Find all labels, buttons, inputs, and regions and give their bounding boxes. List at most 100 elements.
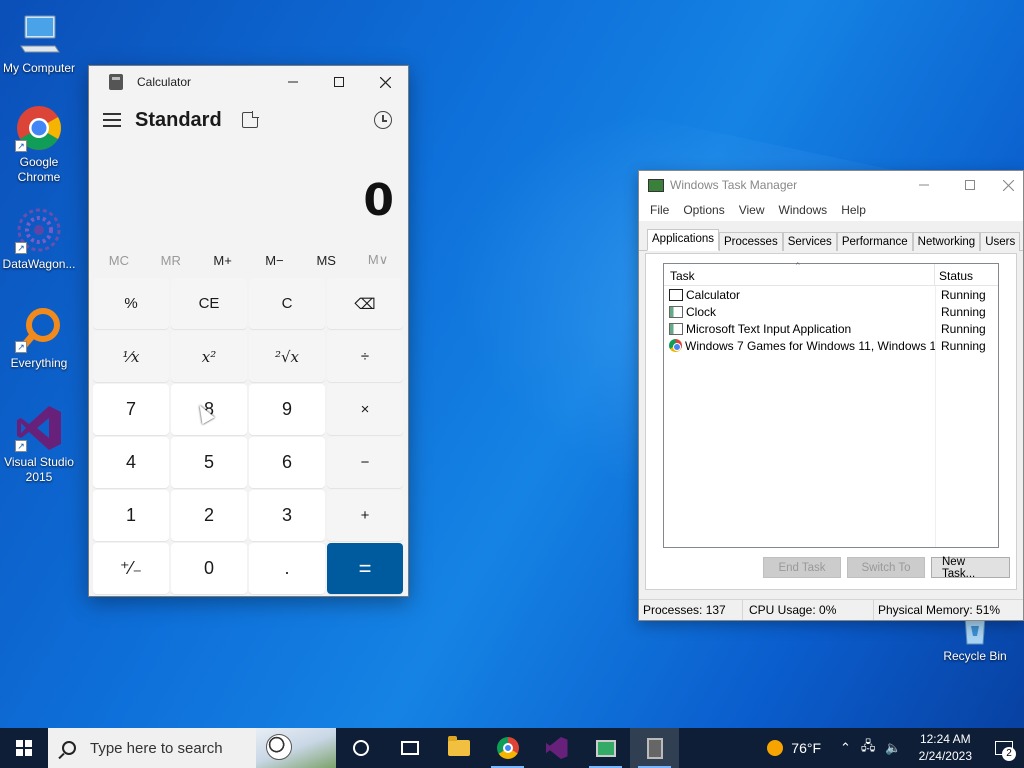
start-button[interactable] bbox=[0, 728, 48, 768]
table-row[interactable]: Clock Running bbox=[664, 303, 998, 320]
system-tray: 76°F ⌃ 🖧 🔈 12:24 AM 2/24/2023 2 bbox=[767, 728, 1024, 768]
windows-logo-icon bbox=[16, 740, 32, 756]
end-task-button[interactable]: End Task bbox=[763, 557, 841, 578]
close-button[interactable] bbox=[362, 66, 408, 98]
desktop-icon-my-computer[interactable]: My Computer bbox=[0, 10, 78, 76]
taskbar-visual-studio[interactable] bbox=[532, 728, 581, 768]
desktop-icon-everything[interactable]: ↗ Everything bbox=[0, 305, 78, 371]
add-button[interactable]: + bbox=[327, 490, 403, 541]
digit-4-button[interactable]: 4 bbox=[93, 437, 169, 488]
minimize-button[interactable] bbox=[901, 171, 947, 199]
digit-0-button[interactable]: 0 bbox=[171, 543, 247, 594]
task-name: Calculator bbox=[686, 287, 741, 302]
divide-button[interactable]: ÷ bbox=[327, 331, 403, 382]
desktop-icon-google-chrome[interactable]: ↗ Google Chrome bbox=[0, 104, 78, 185]
task-view-button[interactable] bbox=[385, 728, 434, 768]
task-name: Microsoft Text Input Application bbox=[686, 321, 852, 336]
memory-subtract-button[interactable]: M− bbox=[248, 253, 300, 268]
chevron-up-icon[interactable]: ⌃ bbox=[835, 740, 856, 756]
tab-services[interactable]: Services bbox=[782, 232, 837, 251]
close-button[interactable] bbox=[993, 171, 1023, 199]
datawagon-icon: ↗ bbox=[15, 206, 63, 254]
new-task-button[interactable]: New Task... bbox=[931, 556, 1010, 580]
weather-widget[interactable]: 76°F bbox=[767, 740, 835, 756]
notification-count-badge: 2 bbox=[1002, 747, 1016, 761]
memory-clear-button[interactable]: MC bbox=[93, 253, 145, 268]
app-window-icon bbox=[669, 305, 683, 318]
taskbar-clock[interactable]: 12:24 AM 2/24/2023 bbox=[907, 731, 984, 765]
taskbar-search-box[interactable]: Type here to search bbox=[48, 728, 336, 768]
digit-6-button[interactable]: 6 bbox=[249, 437, 325, 488]
cortana-button[interactable] bbox=[336, 728, 385, 768]
decimal-button[interactable]: . bbox=[249, 543, 325, 594]
clear-button[interactable]: C bbox=[249, 278, 325, 329]
clear-entry-button[interactable]: CE bbox=[171, 278, 247, 329]
menu-options[interactable]: Options bbox=[676, 203, 731, 217]
minimize-button[interactable] bbox=[270, 66, 316, 98]
memory-store-button[interactable]: MS bbox=[300, 253, 352, 268]
digit-5-button[interactable]: 5 bbox=[171, 437, 247, 488]
switch-to-button[interactable]: Switch To bbox=[847, 557, 925, 578]
table-row[interactable]: Calculator Running bbox=[664, 286, 998, 303]
menu-file[interactable]: File bbox=[643, 203, 676, 217]
hamburger-menu-icon[interactable] bbox=[103, 113, 121, 127]
maximize-button[interactable] bbox=[316, 66, 362, 98]
digit-3-button[interactable]: 3 bbox=[249, 490, 325, 541]
digit-2-button[interactable]: 2 bbox=[171, 490, 247, 541]
menu-help[interactable]: Help bbox=[834, 203, 873, 217]
task-list[interactable]: ⌃ Task Status Calculator Running Clock R… bbox=[663, 261, 999, 548]
visual-studio-icon: ↗ bbox=[15, 404, 63, 452]
menu-windows[interactable]: Windows bbox=[772, 203, 835, 217]
table-row[interactable]: Microsoft Text Input Application Running bbox=[664, 320, 998, 337]
backspace-button[interactable]: ⌫ bbox=[327, 278, 403, 329]
keep-on-top-icon[interactable] bbox=[241, 111, 259, 128]
taskbar-file-explorer[interactable] bbox=[434, 728, 483, 768]
digit-1-button[interactable]: 1 bbox=[93, 490, 169, 541]
tab-users[interactable]: Users bbox=[980, 232, 1021, 251]
memory-recall-button[interactable]: MR bbox=[145, 253, 197, 268]
task-status: Running bbox=[941, 338, 986, 353]
table-row[interactable]: Windows 7 Games for Windows 11, Windows … bbox=[664, 337, 998, 354]
task-manager-titlebar[interactable]: Windows Task Manager bbox=[639, 171, 1023, 199]
tab-performance[interactable]: Performance bbox=[836, 232, 913, 251]
calculator-mode-title: Standard bbox=[135, 108, 222, 131]
window-title: Windows Task Manager bbox=[670, 178, 798, 192]
search-placeholder: Type here to search bbox=[90, 739, 223, 757]
calculator-titlebar[interactable]: Calculator bbox=[89, 66, 408, 98]
tab-processes[interactable]: Processes bbox=[719, 232, 783, 251]
memory-add-button[interactable]: M+ bbox=[197, 253, 249, 268]
network-icon[interactable]: 🖧 bbox=[856, 737, 881, 759]
multiply-button[interactable]: × bbox=[327, 384, 403, 435]
square-button[interactable]: x² bbox=[171, 331, 247, 382]
desktop-icon-visual-studio[interactable]: ↗ Visual Studio 2015 bbox=[0, 404, 78, 485]
tab-applications[interactable]: Applications bbox=[647, 229, 720, 251]
desktop-icon-recycle-bin[interactable]: Recycle Bin bbox=[936, 615, 1014, 664]
desktop-icon-datawagon[interactable]: ↗ DataWagon... bbox=[0, 206, 78, 272]
menu-view[interactable]: View bbox=[732, 203, 772, 217]
square-root-button[interactable]: ²√x bbox=[249, 331, 325, 382]
status-processes: Processes: 137 bbox=[639, 600, 743, 620]
calculator-window-icon bbox=[669, 288, 683, 301]
volume-icon[interactable]: 🔈 bbox=[880, 740, 906, 756]
search-icon bbox=[62, 741, 76, 755]
visual-studio-icon bbox=[545, 737, 568, 759]
maximize-button[interactable] bbox=[947, 171, 993, 199]
negate-button[interactable]: ⁺⁄₋ bbox=[93, 543, 169, 594]
taskbar-task-manager[interactable] bbox=[581, 728, 630, 768]
subtract-button[interactable]: − bbox=[327, 437, 403, 488]
digit-7-button[interactable]: 7 bbox=[93, 384, 169, 435]
digit-9-button[interactable]: 9 bbox=[249, 384, 325, 435]
memory-list-button[interactable]: M∨ bbox=[352, 252, 404, 268]
equals-button[interactable]: = bbox=[327, 543, 403, 594]
desktop-icon-label: Everything bbox=[10, 356, 68, 370]
percent-button[interactable]: % bbox=[93, 278, 169, 329]
column-header-status[interactable]: Status bbox=[935, 264, 977, 285]
taskbar-chrome[interactable] bbox=[483, 728, 532, 768]
taskbar-calculator[interactable] bbox=[630, 728, 679, 768]
tab-networking[interactable]: Networking bbox=[912, 232, 981, 251]
action-center-button[interactable]: 2 bbox=[984, 728, 1024, 768]
everything-search-icon: ↗ bbox=[15, 305, 63, 353]
reciprocal-button[interactable]: ¹⁄x bbox=[93, 331, 169, 382]
history-icon[interactable] bbox=[374, 111, 392, 129]
calculator-header: Standard bbox=[89, 98, 408, 142]
